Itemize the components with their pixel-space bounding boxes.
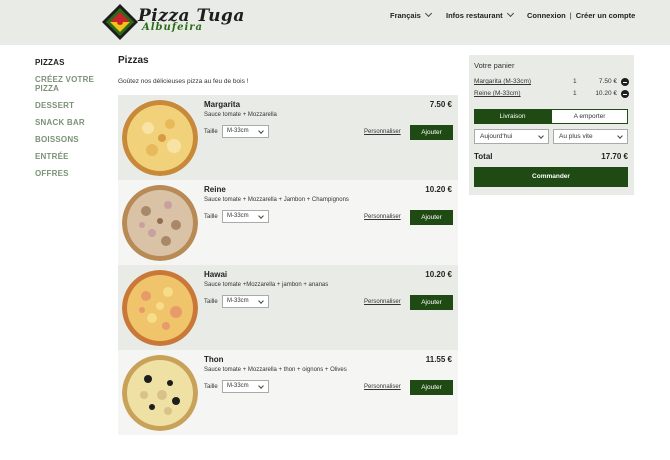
size-value: M-33cm	[227, 298, 249, 304]
total-value: 17.70 €	[601, 152, 628, 161]
pizza-price: 7.50 €	[429, 100, 452, 109]
page-title: Pizzas	[118, 55, 149, 66]
chevron-down-icon	[538, 133, 544, 139]
size-label: Taille	[204, 129, 218, 135]
sidebar-item-dessert[interactable]: DESSERT	[35, 101, 115, 110]
size-label: Taille	[204, 214, 218, 220]
sidebar-item-boissons[interactable]: BOISSONS	[35, 135, 115, 144]
signup-link[interactable]: Créer un compte	[576, 11, 636, 20]
delivery-mode-tabs: Livraison A emporter	[474, 109, 628, 124]
remove-icon[interactable]	[621, 90, 629, 98]
cart-item: Reine (M-33cm) 1 10.20 €	[474, 90, 629, 100]
sidebar-item-entree[interactable]: ENTRÉE	[35, 152, 115, 161]
pizza-name: Hawai	[204, 270, 228, 279]
login-link[interactable]: Connexion	[527, 11, 566, 20]
pizza-price: 10.20 €	[425, 185, 452, 194]
chevron-down-icon	[258, 383, 264, 389]
add-button[interactable]: Ajouter	[410, 295, 453, 310]
size-select[interactable]: M-33cm	[222, 380, 269, 393]
pizza-name: Margarita	[204, 100, 241, 109]
cart-item-name[interactable]: Reine (M-33cm)	[474, 90, 521, 97]
pizza-description: Sauce tomate + Mozzarella	[204, 112, 277, 118]
chevron-down-icon	[258, 298, 264, 304]
pizza-price: 11.55 €	[425, 355, 452, 364]
pizza-description: Sauce tomate +Mozzarella + jambon + anan…	[204, 282, 329, 288]
restaurant-info-label: Infos restaurant	[446, 11, 503, 20]
restaurant-info-menu[interactable]: Infos restaurant	[446, 9, 514, 20]
size-value: M-33cm	[227, 383, 249, 389]
pizza-image-hawai	[122, 270, 198, 346]
pizza-card-margarita: Margarita 7.50 € Sauce tomate + Mozzarel…	[118, 95, 458, 180]
customize-link[interactable]: Personnaliser	[364, 384, 401, 390]
page-intro: Goûtez nos délicieuses pizza au feu de b…	[118, 78, 249, 85]
day-value: Aujourd'hui	[480, 133, 513, 140]
language-label: Français	[390, 11, 421, 20]
total-label: Total	[474, 152, 493, 161]
category-sidebar: PIZZAS CRÉEZ VOTRE PIZZA DESSERT SNACK B…	[35, 58, 115, 186]
cart-panel: Votre panier Margarita (M-33cm) 1 7.50 €…	[469, 55, 634, 195]
add-button[interactable]: Ajouter	[410, 380, 453, 395]
pizza-card-reine: Reine 10.20 € Sauce tomate + Mozzarella …	[118, 180, 458, 265]
cart-title: Votre panier	[474, 61, 515, 70]
size-value: M-33cm	[227, 128, 249, 134]
customize-link[interactable]: Personnaliser	[364, 129, 401, 135]
size-select[interactable]: M-33cm	[222, 125, 269, 138]
sidebar-item-offres[interactable]: OFFRES	[35, 169, 115, 178]
pizza-description: Sauce tomate + Mozzarella + thon + oigno…	[204, 367, 347, 373]
cart-item-price: 7.50 €	[598, 78, 617, 85]
pizza-image-reine	[122, 185, 198, 261]
customize-link[interactable]: Personnaliser	[364, 299, 401, 305]
pizza-description: Sauce tomate + Mozzarella + Jambon + Cha…	[204, 197, 349, 203]
cart-item-name[interactable]: Margarita (M-33cm)	[474, 78, 531, 85]
sidebar-item-create-pizza[interactable]: CRÉEZ VOTRE PIZZA	[35, 75, 115, 93]
chevron-down-icon	[424, 9, 432, 18]
cart-item-qty: 1	[573, 90, 577, 97]
size-select[interactable]: M-33cm	[222, 295, 269, 308]
top-header: Pizza Tuga Albufeira Français Infos rest…	[0, 0, 670, 45]
size-value: M-33cm	[227, 213, 249, 219]
chevron-down-icon	[258, 213, 264, 219]
chevron-down-icon	[258, 128, 264, 134]
time-value: Au plus vite	[559, 133, 593, 140]
tab-takeaway[interactable]: A emporter	[551, 109, 628, 124]
chevron-down-icon	[617, 133, 623, 139]
language-menu[interactable]: Français	[390, 9, 432, 20]
day-select[interactable]: Aujourd'hui	[474, 129, 549, 144]
pizza-image-margarita	[122, 100, 198, 176]
add-button[interactable]: Ajouter	[410, 210, 453, 225]
pizza-card-hawai: Hawai 10.20 € Sauce tomate +Mozzarella +…	[118, 265, 458, 350]
time-select[interactable]: Au plus vite	[553, 129, 628, 144]
brand-location: Albufeira	[142, 22, 204, 33]
order-button[interactable]: Commander	[474, 167, 628, 187]
add-button[interactable]: Ajouter	[410, 125, 453, 140]
size-select[interactable]: M-33cm	[222, 210, 269, 223]
pizza-price: 10.20 €	[425, 270, 452, 279]
chevron-down-icon	[506, 9, 514, 18]
pizza-name: Thon	[204, 355, 224, 364]
pizza-name: Reine	[204, 185, 226, 194]
separator: |	[569, 11, 572, 20]
remove-icon[interactable]	[621, 78, 629, 86]
customize-link[interactable]: Personnaliser	[364, 214, 401, 220]
pizza-image-thon	[122, 355, 198, 431]
size-label: Taille	[204, 384, 218, 390]
account-links: Connexion | Créer un compte	[527, 11, 635, 20]
sidebar-item-pizzas[interactable]: PIZZAS	[35, 58, 115, 67]
cart-item-price: 10.20 €	[595, 90, 617, 97]
tab-delivery[interactable]: Livraison	[474, 109, 551, 124]
pizza-card-thon: Thon 11.55 € Sauce tomate + Mozzarella +…	[118, 350, 458, 435]
size-label: Taille	[204, 299, 218, 305]
cart-item: Margarita (M-33cm) 1 7.50 €	[474, 78, 629, 88]
cart-item-qty: 1	[573, 78, 577, 85]
sidebar-item-snack-bar[interactable]: SNACK BAR	[35, 118, 115, 127]
